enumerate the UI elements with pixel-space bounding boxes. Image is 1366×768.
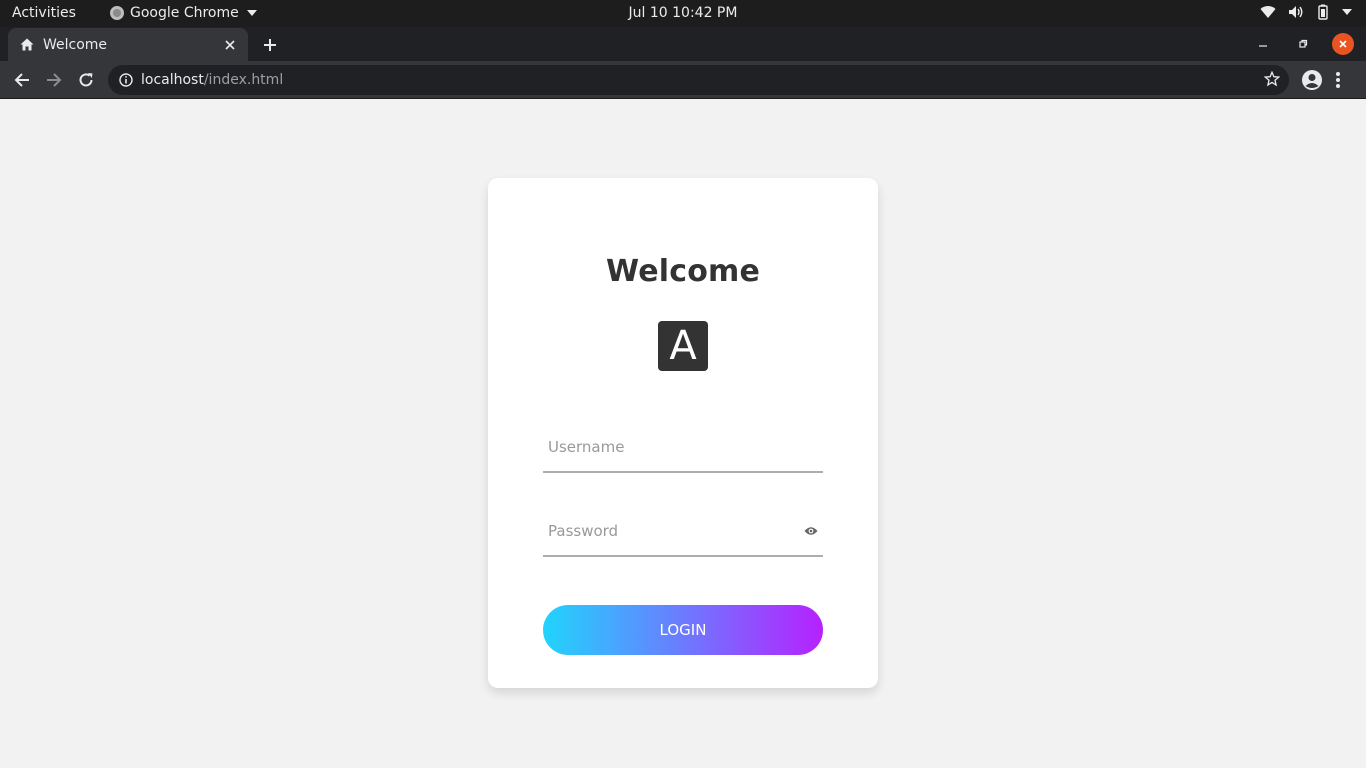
- caret-down-icon: [246, 10, 257, 16]
- password-input[interactable]: [548, 515, 788, 547]
- power-menu-caret-icon: [1342, 9, 1352, 15]
- login-button[interactable]: LOGIN: [543, 605, 823, 655]
- reload-button[interactable]: [75, 69, 97, 91]
- reload-icon: [79, 73, 93, 87]
- more-vert-icon: [1336, 72, 1340, 88]
- app-menu-label: Google Chrome: [130, 5, 239, 21]
- info-icon[interactable]: [119, 73, 133, 87]
- password-field: [543, 507, 823, 557]
- close-icon: [225, 39, 235, 50]
- address-bar[interactable]: localhost/index.html: [108, 65, 1289, 95]
- activities-button[interactable]: Activities: [12, 5, 76, 21]
- account-icon: [1302, 70, 1322, 90]
- arrow-left-icon: [14, 73, 29, 87]
- url-path: /index.html: [203, 72, 284, 88]
- profile-button[interactable]: [1301, 69, 1323, 95]
- chrome-icon: [110, 6, 124, 20]
- show-password-button[interactable]: [803, 523, 819, 539]
- page-title: Welcome: [605, 254, 761, 289]
- clock[interactable]: Jul 10 10:42 PM: [629, 5, 738, 21]
- restore-button[interactable]: [1292, 33, 1314, 55]
- minimize-icon: [1259, 45, 1267, 47]
- login-card: Welcome A LOGIN: [488, 178, 878, 688]
- username-input[interactable]: [548, 431, 788, 463]
- logo: A: [658, 321, 708, 371]
- system-top-bar: Activities Google Chrome Jul 10 10:42 PM: [0, 0, 1366, 27]
- star-icon[interactable]: [1264, 71, 1280, 87]
- url-host: localhost: [141, 72, 204, 88]
- tab-title: Welcome: [43, 36, 108, 53]
- forward-button[interactable]: [43, 69, 65, 91]
- minimize-button[interactable]: [1252, 33, 1274, 55]
- restore-icon: [1299, 39, 1308, 48]
- wifi-icon: [1260, 6, 1276, 19]
- volume-icon: [1289, 6, 1303, 18]
- eye-icon: [804, 527, 818, 535]
- battery-icon: [1318, 4, 1328, 20]
- window-close-button[interactable]: [1332, 33, 1354, 55]
- username-field: [543, 423, 823, 473]
- page-viewport: Welcome A LOGIN: [0, 99, 1366, 768]
- system-tray[interactable]: [1260, 4, 1352, 20]
- tab-strip: Welcome: [0, 27, 1366, 61]
- close-icon: [1339, 40, 1347, 48]
- plus-icon: [264, 39, 276, 51]
- browser-toolbar: localhost/index.html: [0, 61, 1366, 99]
- home-icon: [20, 38, 34, 51]
- tab-close-button[interactable]: [220, 35, 240, 55]
- chrome-menu-button[interactable]: [1335, 69, 1341, 95]
- new-tab-button[interactable]: [260, 35, 280, 55]
- tab-welcome[interactable]: Welcome: [8, 28, 248, 61]
- app-menu[interactable]: Google Chrome: [110, 5, 257, 21]
- back-button[interactable]: [11, 69, 33, 91]
- arrow-right-icon: [47, 73, 62, 87]
